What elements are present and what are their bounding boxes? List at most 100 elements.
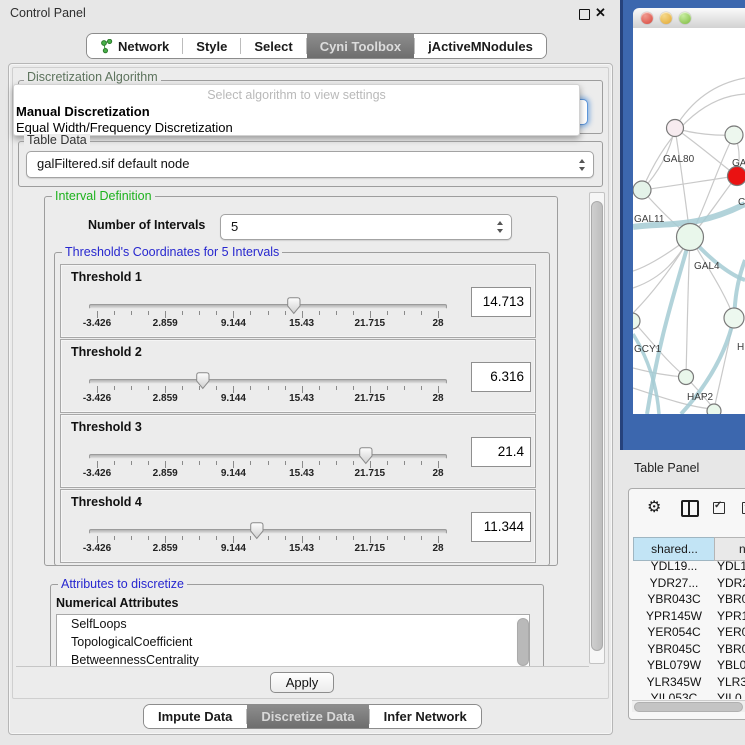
table-cell-shared-name[interactable]: YIL053C: [634, 691, 714, 699]
minor-tick: [404, 461, 405, 465]
slider-thumb[interactable]: [196, 372, 210, 390]
tick-label: 9.144: [221, 393, 246, 404]
slider-track[interactable]: [89, 304, 447, 309]
network-node[interactable]: [633, 181, 651, 199]
table-cell-shared-name[interactable]: YDL19...: [634, 559, 714, 573]
close-icon[interactable]: ✕: [595, 5, 606, 21]
threshold-label: Threshold 4: [71, 495, 142, 509]
tick-label: 21.715: [355, 543, 386, 554]
table-cell-shared-name[interactable]: YDR27...: [634, 576, 714, 590]
table-data-combobox[interactable]: galFiltered.sif default node: [26, 151, 594, 178]
network-node[interactable]: [667, 120, 684, 137]
tab-style[interactable]: Style: [183, 34, 240, 58]
slider-thumb[interactable]: [250, 522, 264, 540]
network-node[interactable]: [724, 308, 744, 328]
threshold-panel-1: Threshold 1-3.4262.8599.14415.4321.71528…: [60, 264, 536, 338]
table-cell-name[interactable]: YBR0: [717, 642, 745, 656]
table-cell-shared-name[interactable]: YBR043C: [634, 592, 714, 606]
network-node[interactable]: [679, 370, 694, 385]
minor-tick: [148, 386, 149, 390]
table-cell-name[interactable]: YIL0: [717, 691, 742, 699]
network-node[interactable]: [725, 126, 743, 144]
network-node[interactable]: [707, 404, 721, 414]
major-tick: [233, 536, 234, 543]
dropdown-option-manual[interactable]: Manual Discretization: [16, 104, 150, 119]
network-node[interactable]: [677, 224, 704, 251]
table-cell-name[interactable]: YLR3: [717, 675, 745, 689]
gear-icon[interactable]: ⚙: [647, 497, 661, 517]
network-window-titlebar[interactable]: [633, 8, 745, 29]
attributes-list[interactable]: SelfLoopsTopologicalCoefficientBetweenne…: [56, 614, 530, 666]
settings-scrollbar-thumb[interactable]: [591, 201, 603, 651]
slider-track[interactable]: [89, 529, 447, 534]
threshold-value-field[interactable]: 11.344: [471, 512, 531, 542]
table-cell-shared-name[interactable]: YBL079W: [634, 658, 714, 672]
table-cell-name[interactable]: YER0: [717, 625, 745, 639]
minor-tick: [285, 461, 286, 465]
slider-thumb[interactable]: [359, 447, 373, 465]
major-tick: [302, 536, 303, 543]
attributes-scrollbar-thumb[interactable]: [517, 618, 529, 666]
attribute-list-item[interactable]: BetweennessCentrality: [57, 651, 529, 666]
threshold-value-field[interactable]: 6.316: [471, 362, 531, 392]
table-cell-shared-name[interactable]: YBR045C: [634, 642, 714, 656]
attribute-list-item[interactable]: TopologicalCoefficient: [57, 633, 529, 651]
tick-label: 28: [432, 393, 443, 404]
tab-network[interactable]: Network: [87, 34, 182, 58]
table-cell-shared-name[interactable]: YPR145W: [634, 609, 714, 623]
network-node-label: C: [738, 197, 745, 208]
dropdown-placeholder: Select algorithm to view settings: [14, 88, 579, 102]
threshold-value-field[interactable]: 21.4: [471, 437, 531, 467]
tab-impute-data[interactable]: Impute Data: [144, 705, 246, 728]
numerical-attributes-label: Numerical Attributes: [56, 596, 178, 610]
attributes-group-title: Attributes to discretize: [58, 578, 187, 591]
table-cell-name[interactable]: YPR1: [717, 609, 745, 623]
minor-tick: [353, 461, 354, 465]
checkbox-select-icon[interactable]: [713, 502, 725, 514]
network-node[interactable]: [728, 167, 745, 186]
major-tick: [97, 386, 98, 393]
table-cell-shared-name[interactable]: YLR345W: [634, 675, 714, 689]
tab-label: Style: [196, 39, 227, 54]
table-cell-name[interactable]: YDR2: [717, 576, 745, 590]
apply-button[interactable]: Apply: [270, 672, 334, 693]
zoom-traffic-light-icon[interactable]: [679, 12, 691, 24]
minor-tick: [387, 311, 388, 315]
close-traffic-light-icon[interactable]: [641, 12, 653, 24]
minor-tick: [114, 461, 115, 465]
minor-tick: [148, 461, 149, 465]
column-header-name[interactable]: n: [714, 537, 745, 561]
major-tick: [370, 536, 371, 543]
tab-jactivemnodules[interactable]: jActiveMNodules: [415, 34, 546, 58]
table-cell-name[interactable]: YBR0: [717, 592, 745, 606]
slider-track[interactable]: [89, 454, 447, 459]
threshold-panel-4: Threshold 4-3.4262.8599.14415.4321.71528…: [60, 489, 536, 563]
tick-label: 2.859: [153, 393, 178, 404]
table-hscrollbar-thumb[interactable]: [634, 702, 743, 712]
algorithm-group-title: Discretization Algorithm: [24, 71, 161, 84]
table-hscrollbar[interactable]: [632, 700, 745, 712]
tab-infer-network[interactable]: Infer Network: [370, 705, 481, 728]
network-node[interactable]: [633, 313, 640, 329]
attributes-list-scrollbar[interactable]: [516, 616, 528, 666]
tab-discretize-data[interactable]: Discretize Data: [247, 705, 368, 728]
table-cell-shared-name[interactable]: YER054C: [634, 625, 714, 639]
table-cell-name[interactable]: YDL1: [717, 559, 745, 573]
major-tick: [233, 461, 234, 468]
float-window-icon[interactable]: [579, 9, 590, 20]
num-intervals-combobox[interactable]: 5: [220, 214, 512, 240]
columns-icon[interactable]: [681, 500, 699, 517]
attribute-list-item[interactable]: SelfLoops: [57, 615, 529, 633]
major-tick: [370, 386, 371, 393]
tab-select[interactable]: Select: [241, 34, 305, 58]
settings-scrollbar[interactable]: [589, 192, 605, 664]
network-canvas[interactable]: GAL80GACGAL11GAL4GCY1HHAP2: [633, 28, 745, 414]
minor-tick: [285, 311, 286, 315]
column-header-shared-name[interactable]: shared...: [633, 537, 716, 561]
tab-cyni-toolbox[interactable]: Cyni Toolbox: [307, 34, 414, 58]
slider-thumb[interactable]: [287, 297, 301, 315]
threshold-value-field[interactable]: 14.713: [471, 287, 531, 317]
table-cell-name[interactable]: YBL0: [717, 658, 745, 672]
slider-track[interactable]: [89, 379, 447, 384]
minimize-traffic-light-icon[interactable]: [660, 12, 672, 24]
